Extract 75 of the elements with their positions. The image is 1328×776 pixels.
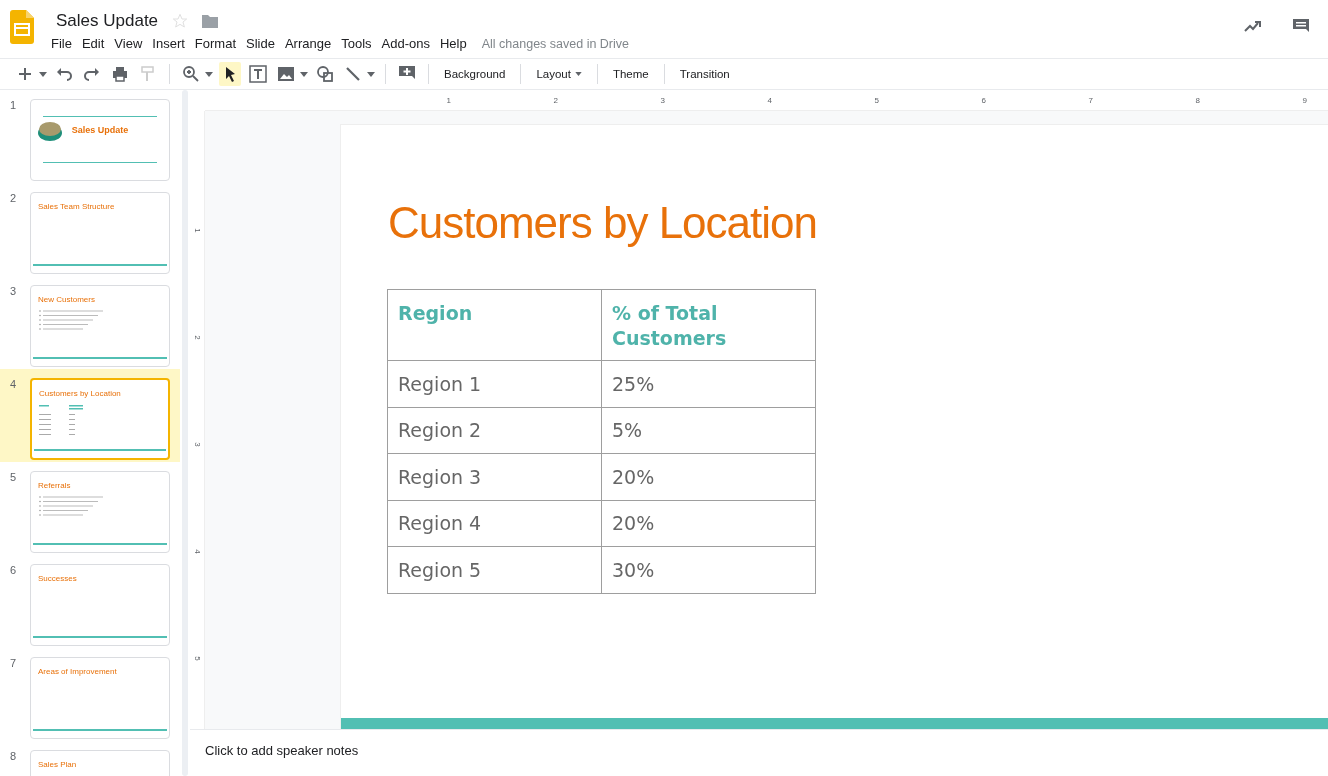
table-cell: Region 3 — [387, 453, 602, 500]
toolbar-button[interactable]: Layout — [531, 65, 587, 83]
table-cell: 5% — [601, 407, 816, 454]
slide-number: 8 — [9, 750, 18, 764]
slide-number: 6 — [9, 564, 18, 578]
print-icon[interactable] — [111, 65, 129, 83]
ruler-number: 3 — [660, 95, 665, 105]
menu-item[interactable]: Help — [434, 34, 472, 53]
ruler-number: 2 — [192, 335, 202, 340]
redo-icon[interactable] — [83, 65, 101, 83]
table-cell: Region 4 — [387, 500, 602, 547]
table-cell: 25% — [601, 360, 816, 407]
ruler-number: 1 — [192, 228, 202, 233]
column-header: Region — [387, 289, 602, 361]
table-cell: Region 2 — [387, 407, 602, 454]
slide-title: Sales Update — [70, 125, 130, 135]
caret-icon[interactable] — [367, 71, 375, 77]
image-icon[interactable] — [277, 65, 295, 83]
ruler-number: 5 — [874, 95, 879, 105]
slide-title: Areas of Improvement — [38, 667, 118, 676]
ruler-number: 6 — [981, 95, 986, 105]
shape-icon[interactable] — [316, 65, 334, 83]
slide-number: 3 — [9, 285, 18, 299]
toolbar-button[interactable]: Theme — [607, 65, 654, 83]
menu-item[interactable]: Format — [189, 34, 241, 53]
speaker-notes-field[interactable]: Click to add speaker notes — [205, 743, 359, 758]
slide-number: 1 — [9, 99, 18, 113]
table-cell: Region 1 — [387, 360, 602, 407]
star-icon[interactable] — [172, 13, 189, 29]
menu-item[interactable]: Tools — [336, 34, 377, 53]
table-cell: Region 5 — [387, 546, 602, 593]
slide-title: Referrals — [38, 481, 72, 490]
line-icon[interactable] — [344, 65, 362, 83]
ruler-number: 5 — [192, 656, 202, 661]
slide-number: 7 — [9, 657, 18, 671]
slide-title: Successes — [38, 574, 78, 583]
ruler-number: 1 — [446, 95, 451, 105]
folder-icon[interactable] — [202, 14, 219, 28]
slide-title: Sales Plan — [38, 760, 78, 769]
toolbar-button[interactable]: Background — [439, 65, 511, 83]
caret-icon[interactable] — [39, 71, 47, 77]
zoom-icon[interactable] — [182, 65, 200, 83]
ruler-number: 9 — [1302, 95, 1307, 105]
ruler-number: 7 — [1088, 95, 1093, 105]
plus-icon[interactable] — [16, 65, 34, 83]
menu-item[interactable]: File — [46, 34, 77, 53]
menu-item[interactable]: Slide — [241, 34, 280, 53]
menu-item[interactable]: Add-ons — [376, 34, 435, 53]
slide-number: 4 — [9, 378, 18, 392]
caret-icon[interactable] — [574, 72, 582, 76]
ruler-number: 3 — [192, 442, 202, 447]
ruler-number: 2 — [553, 95, 558, 105]
table-cell: 20% — [601, 453, 816, 500]
slide-title: New Customers — [38, 295, 96, 304]
save-status: All changes saved in Drive — [481, 36, 629, 51]
menu-item[interactable]: View — [109, 34, 148, 53]
ruler-number: 4 — [192, 549, 202, 554]
caret-icon[interactable] — [300, 71, 308, 77]
ruler-number: 8 — [1195, 95, 1200, 105]
slide-number: 5 — [9, 471, 18, 485]
logo-icon — [37, 120, 63, 142]
slide-number: 2 — [9, 192, 18, 206]
menu-item[interactable]: Edit — [76, 34, 110, 53]
menu-item[interactable]: Arrange — [279, 34, 337, 53]
table-cell: 20% — [601, 500, 816, 547]
menu-item[interactable]: Insert — [147, 34, 190, 53]
document-title[interactable]: Sales Update — [56, 11, 159, 31]
table-cell: 30% — [601, 546, 816, 593]
slide-title: Sales Team Structure — [38, 202, 116, 211]
slide-title: Customers by Location — [39, 389, 122, 398]
text-box-icon[interactable] — [249, 65, 267, 83]
toolbar-button[interactable]: Transition — [674, 65, 735, 83]
column-header: % of Total Customers — [601, 289, 816, 361]
ruler-number: 4 — [767, 95, 772, 105]
caret-icon[interactable] — [205, 71, 213, 77]
